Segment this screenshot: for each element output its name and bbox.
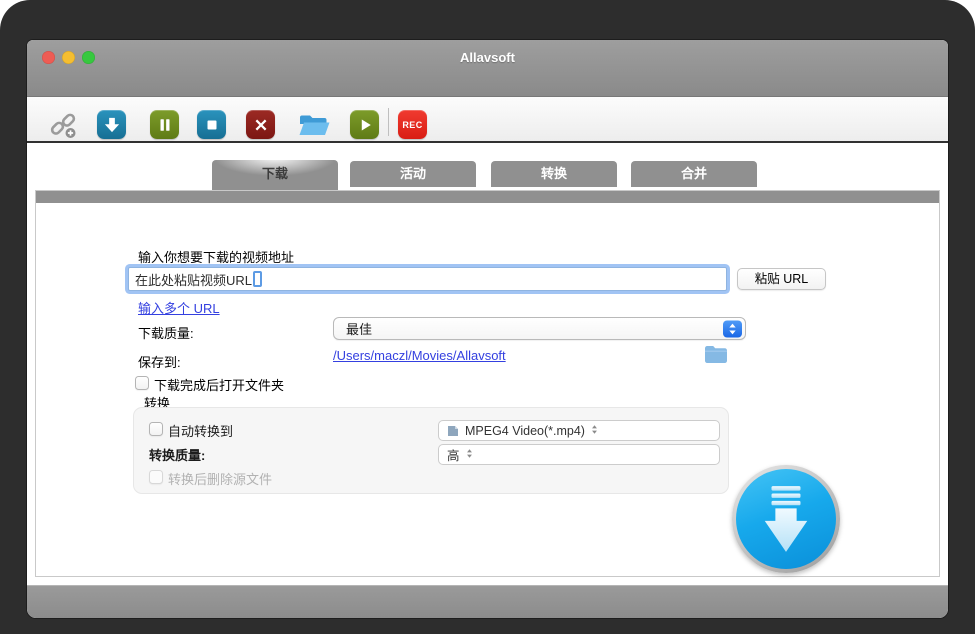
title-bar[interactable]: Allavsoft: [27, 40, 948, 97]
stop-button[interactable]: [197, 110, 226, 139]
open-folder-after-download-checkbox[interactable]: [135, 376, 149, 390]
record-button[interactable]: REC: [398, 110, 427, 139]
popup-stepper-icon: [723, 320, 742, 337]
play-icon: [356, 116, 374, 134]
convert-group-box: 自动转换到 MPEG4 Video(*.mp4) 转换质量: 高 转换后删: [133, 407, 729, 494]
convert-quality-select[interactable]: 高: [438, 444, 720, 465]
tab-convert[interactable]: 转换: [491, 161, 617, 187]
status-bar: [27, 585, 948, 618]
download-quality-label: 下载质量:: [138, 323, 194, 342]
open-folder-button[interactable]: [296, 110, 332, 139]
mini-stepper-icon: [591, 424, 598, 438]
delete-button[interactable]: [246, 110, 275, 139]
pause-icon: [156, 116, 174, 134]
play-button[interactable]: [350, 110, 379, 139]
download-button[interactable]: [97, 110, 126, 139]
convert-format-select[interactable]: MPEG4 Video(*.mp4): [438, 420, 720, 441]
convert-quality-value: 高: [447, 445, 460, 464]
download-arrow-icon: [102, 115, 122, 135]
x-icon: [252, 116, 270, 134]
toolbar: REC: [27, 97, 948, 143]
save-path-link[interactable]: /Users/maczl/Movies/Allavsoft: [333, 348, 506, 363]
choose-folder-button[interactable]: [704, 345, 728, 369]
url-field-label: 输入你想要下载的视频地址: [138, 247, 294, 266]
add-url-button[interactable]: [47, 110, 79, 139]
tab-strip-bar: [36, 191, 939, 203]
url-input[interactable]: 在此处粘贴视频URL: [128, 267, 727, 291]
save-to-label: 保存到:: [138, 352, 181, 371]
screenshot-dark-backdrop: Allavsoft: [0, 0, 975, 634]
convert-format-value: MPEG4 Video(*.mp4): [465, 424, 585, 438]
delete-source-label: 转换后删除源文件: [168, 469, 272, 488]
folder-icon: [704, 345, 728, 364]
multiple-url-link[interactable]: 输入多个 URL: [138, 298, 220, 317]
delete-source-checkbox[interactable]: [149, 470, 163, 484]
toolbar-separator: [388, 108, 389, 136]
auto-convert-checkbox[interactable]: [149, 422, 163, 436]
tab-merge[interactable]: 合并: [631, 161, 757, 187]
start-download-button[interactable]: [732, 465, 840, 573]
allavsoft-window: Allavsoft: [27, 40, 948, 618]
link-plus-icon: [48, 110, 78, 140]
paste-url-button[interactable]: 粘贴 URL: [737, 268, 826, 290]
mini-stepper-icon: [466, 448, 473, 462]
text-cursor: [253, 271, 262, 287]
open-folder-after-download-label: 下载完成后打开文件夹: [154, 375, 284, 394]
folder-open-icon: [297, 112, 331, 138]
pause-button[interactable]: [150, 110, 179, 139]
rec-label: REC: [402, 120, 422, 130]
download-quality-select[interactable]: 最佳: [333, 317, 746, 340]
url-input-value: 在此处粘贴视频URL: [135, 270, 252, 289]
auto-convert-label: 自动转换到: [168, 421, 233, 440]
download-quality-value: 最佳: [346, 319, 372, 338]
window-title: Allavsoft: [27, 50, 948, 65]
convert-quality-label: 转换质量:: [149, 445, 205, 464]
tab-activity[interactable]: 活动: [350, 161, 476, 187]
stop-icon: [203, 116, 221, 134]
big-download-arrow-icon: [757, 484, 815, 554]
big-download-circle: [736, 469, 836, 569]
video-file-icon: [447, 425, 459, 437]
tab-download[interactable]: 下载: [212, 160, 338, 190]
